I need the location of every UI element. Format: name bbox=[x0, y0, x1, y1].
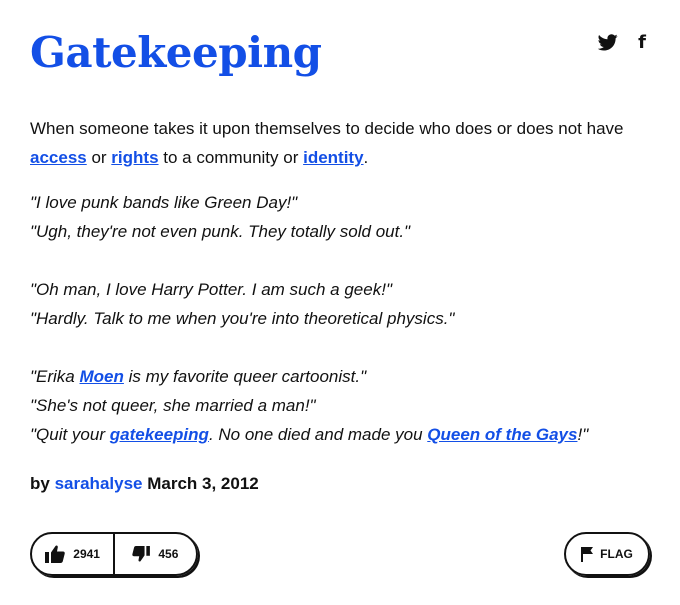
example: "I love punk bands like Green Day!" "Ugh… bbox=[30, 188, 655, 449]
example-text: !" bbox=[577, 425, 589, 444]
term-link-identity[interactable]: identity bbox=[303, 148, 363, 167]
example-line: "I love punk bands like Green Day!" bbox=[30, 193, 298, 212]
flag-button[interactable]: FLAG bbox=[564, 532, 650, 576]
example-line: "Oh man, I love Harry Potter. I am such … bbox=[30, 280, 392, 299]
twitter-icon bbox=[598, 34, 618, 51]
term-link-gatekeeping[interactable]: gatekeeping bbox=[110, 425, 209, 444]
meaning-text: to a community or bbox=[158, 148, 304, 167]
example-text: . No one died and made you bbox=[208, 425, 428, 444]
share-bar: f bbox=[598, 32, 646, 53]
example-line: "Ugh, they're not even punk. They totall… bbox=[30, 222, 411, 241]
example-line: "Hardly. Talk to me when you're into the… bbox=[30, 309, 455, 328]
term-link-access[interactable]: access bbox=[30, 148, 87, 167]
thumbs-down-icon bbox=[132, 546, 151, 562]
downvote-button[interactable]: 456 bbox=[115, 534, 196, 574]
example-text: is my favorite queer cartoonist." bbox=[123, 367, 367, 386]
meaning-text: When someone takes it upon themselves to… bbox=[30, 119, 624, 138]
term-link-moen[interactable]: Moen bbox=[80, 367, 124, 386]
example-spacer bbox=[30, 333, 655, 362]
example-text: "Quit your bbox=[30, 425, 110, 444]
thumbs-up-icon bbox=[45, 545, 66, 563]
example-line: "She's not queer, she married a man!" bbox=[30, 396, 316, 415]
facebook-icon: f bbox=[638, 32, 646, 53]
flag-icon bbox=[581, 546, 594, 562]
term-link-queen-of-the-gays[interactable]: Queen of the Gays bbox=[427, 425, 577, 444]
byline-prefix: by bbox=[30, 474, 50, 493]
twitter-share-button[interactable] bbox=[598, 34, 618, 51]
vote-buttons: 2941 456 bbox=[30, 532, 198, 576]
facebook-share-button[interactable]: f bbox=[638, 32, 646, 53]
entry-word[interactable]: Gatekeeping bbox=[30, 28, 322, 77]
example-line: "Erika Moen is my favorite queer cartoon… bbox=[30, 362, 655, 391]
flag-label: FLAG bbox=[600, 547, 633, 561]
term-link-rights[interactable]: rights bbox=[111, 148, 158, 167]
author-link[interactable]: sarahalyse bbox=[55, 474, 143, 493]
upvote-count: 2941 bbox=[73, 547, 100, 561]
meaning-text: or bbox=[86, 148, 112, 167]
example-text: "Erika bbox=[30, 367, 80, 386]
byline: by sarahalyse March 3, 2012 bbox=[30, 474, 259, 494]
example-line: "Quit your gatekeeping. No one died and … bbox=[30, 420, 655, 449]
example-spacer bbox=[30, 246, 655, 275]
upvote-button[interactable]: 2941 bbox=[32, 534, 113, 574]
meaning: When someone takes it upon themselves to… bbox=[30, 114, 655, 172]
downvote-count: 456 bbox=[158, 547, 179, 561]
meaning-text: . bbox=[363, 148, 369, 167]
entry-date: March 3, 2012 bbox=[147, 474, 259, 493]
